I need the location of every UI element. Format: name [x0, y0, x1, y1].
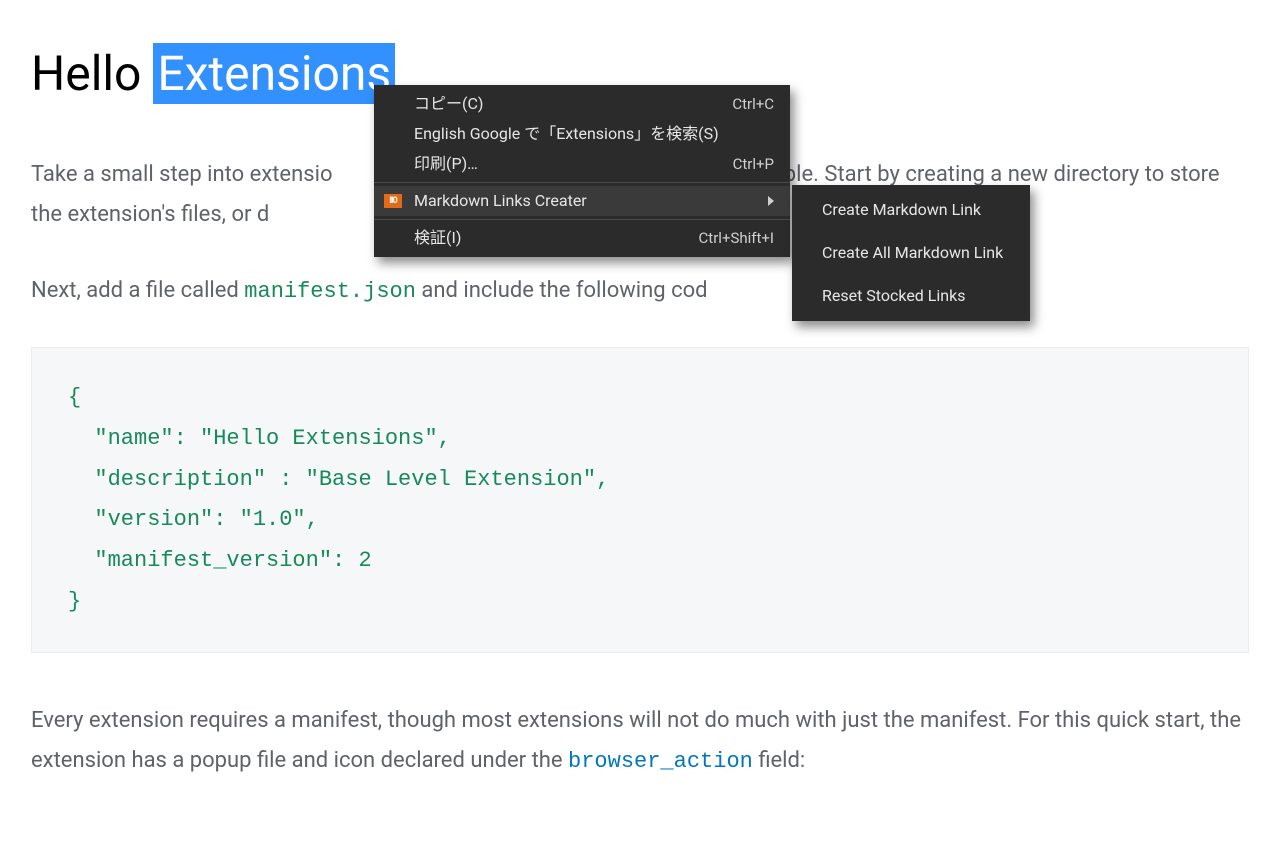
menu-shortcut: Ctrl+P: [733, 157, 774, 172]
menu-item-inspect[interactable]: 検証(I) Ctrl+Shift+I: [374, 223, 790, 253]
menu-shortcut: Ctrl+C: [732, 97, 774, 112]
menu-shortcut: Ctrl+Shift+I: [699, 231, 774, 246]
context-menu[interactable]: コピー(C) Ctrl+C English Google で「Extension…: [374, 85, 790, 257]
p2-a: Next, add a file called: [31, 278, 244, 303]
menu-item-search[interactable]: English Google で「Extensions」を検索(S): [374, 119, 790, 149]
submenu-item-reset-stocked-links[interactable]: Reset Stocked Links: [792, 275, 1030, 318]
chevron-right-icon: [768, 196, 774, 206]
menu-item-markdown-links-creater[interactable]: II0 Markdown Links Creater: [374, 186, 790, 216]
menu-divider: [374, 219, 790, 220]
inline-code-manifest: manifest.json: [244, 279, 416, 304]
menu-label: English Google で「Extensions」を検索(S): [414, 126, 719, 142]
inline-code-browser-action: browser_action: [568, 749, 753, 774]
menu-label: Markdown Links Creater: [414, 193, 587, 209]
extension-icon: II0: [384, 194, 402, 208]
p3-b: field:: [753, 748, 805, 773]
code-block-manifest: { "name": "Hello Extensions", "descripti…: [31, 347, 1249, 653]
paragraph-2: Next, add a file called manifest.json an…: [31, 271, 1249, 312]
menu-label: 検証(I): [414, 230, 461, 246]
p1-a: Take a small step into extensio: [31, 162, 333, 187]
menu-label: 印刷(P)…: [414, 156, 478, 172]
p2-b: and include the following cod: [416, 278, 708, 303]
submenu-item-create-markdown-link[interactable]: Create Markdown Link: [792, 189, 1030, 232]
submenu-item-create-all-markdown-link[interactable]: Create All Markdown Link: [792, 232, 1030, 275]
paragraph-3: Every extension requires a manifest, tho…: [31, 701, 1249, 781]
menu-label: コピー(C): [414, 96, 483, 112]
heading-text-before: Hello: [31, 45, 153, 102]
context-submenu[interactable]: Create Markdown Link Create All Markdown…: [792, 185, 1030, 321]
menu-divider: [374, 182, 790, 183]
menu-item-print[interactable]: 印刷(P)… Ctrl+P: [374, 149, 790, 179]
menu-item-copy[interactable]: コピー(C) Ctrl+C: [374, 89, 790, 119]
selected-text[interactable]: Extensions: [153, 43, 395, 104]
